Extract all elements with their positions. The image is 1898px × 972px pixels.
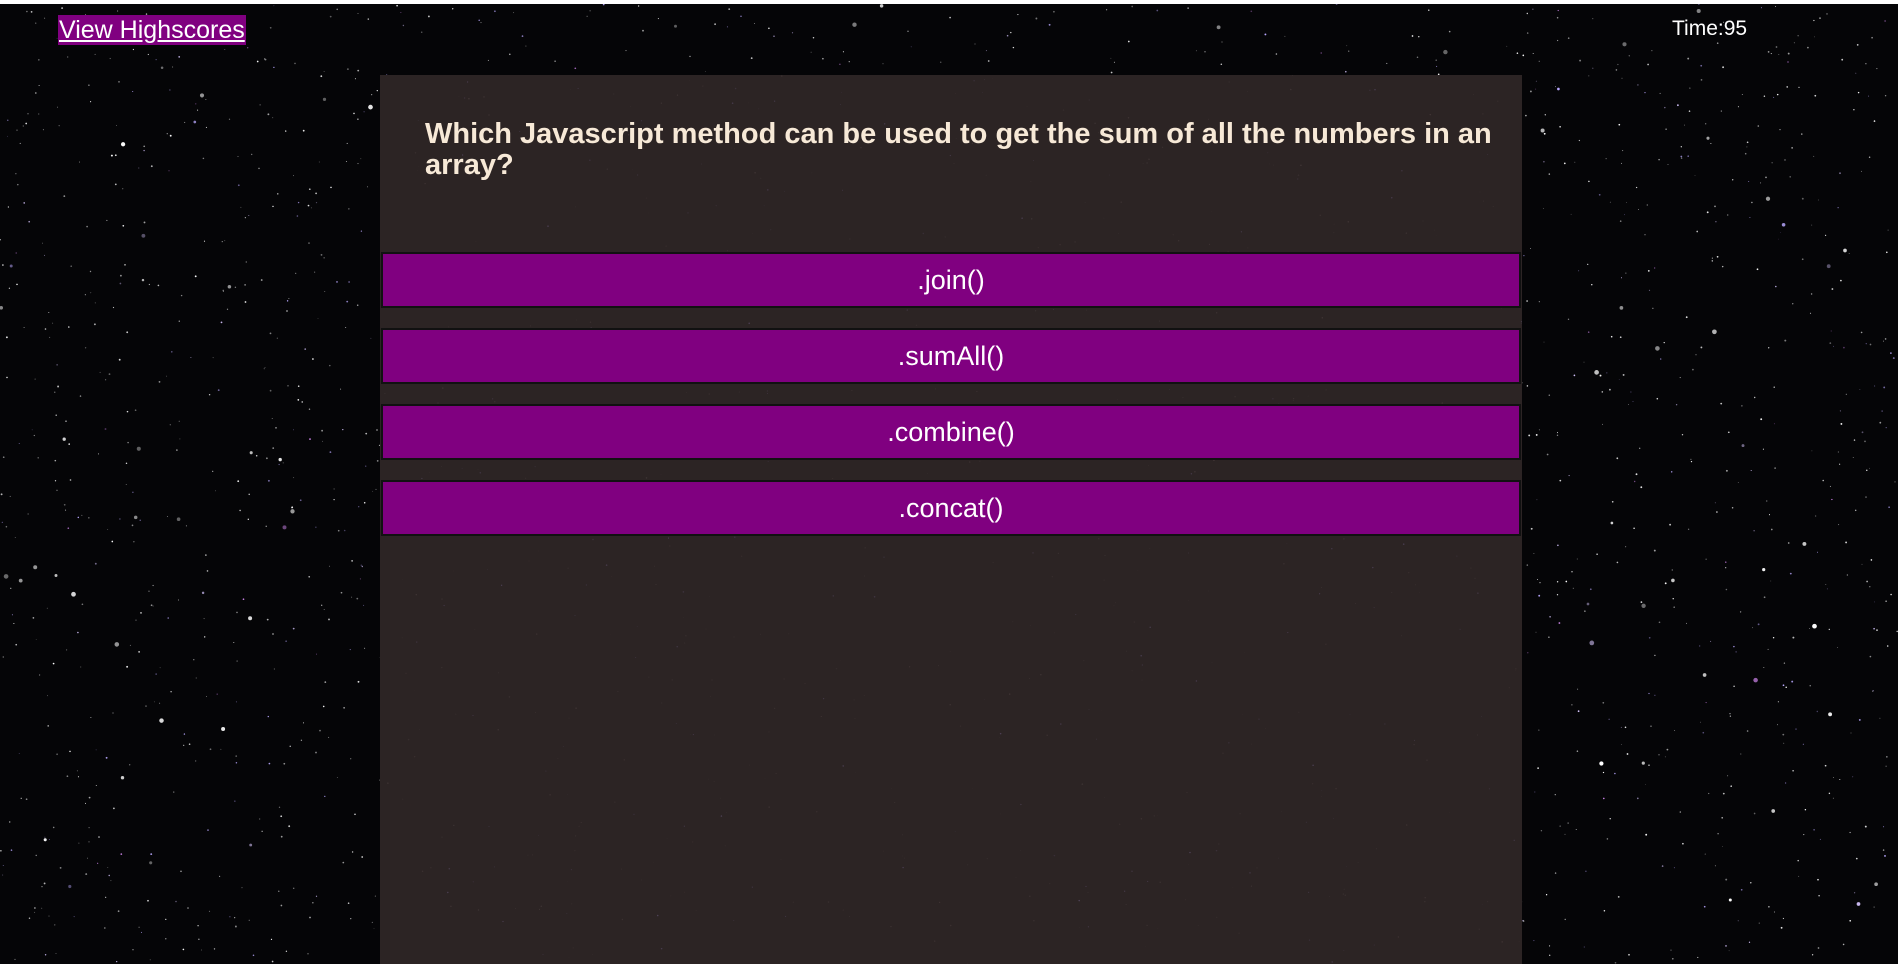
question-text: Which Javascript method can be used to g… [425,118,1492,181]
starfield-background: View Highscores Time:95 Which Javascript… [0,4,1898,964]
timer-display: Time:95 [1672,17,1748,40]
view-highscores-link[interactable]: View Highscores [58,15,246,45]
answer-button-concat[interactable]: .concat() [381,480,1521,536]
answer-button-join[interactable]: .join() [381,252,1521,308]
answer-button-sumall[interactable]: .sumAll() [381,328,1521,384]
answer-list: .join() .sumAll() .combine() .concat() [381,252,1521,556]
answer-button-combine[interactable]: .combine() [381,404,1521,460]
quiz-panel: Which Javascript method can be used to g… [380,75,1522,964]
